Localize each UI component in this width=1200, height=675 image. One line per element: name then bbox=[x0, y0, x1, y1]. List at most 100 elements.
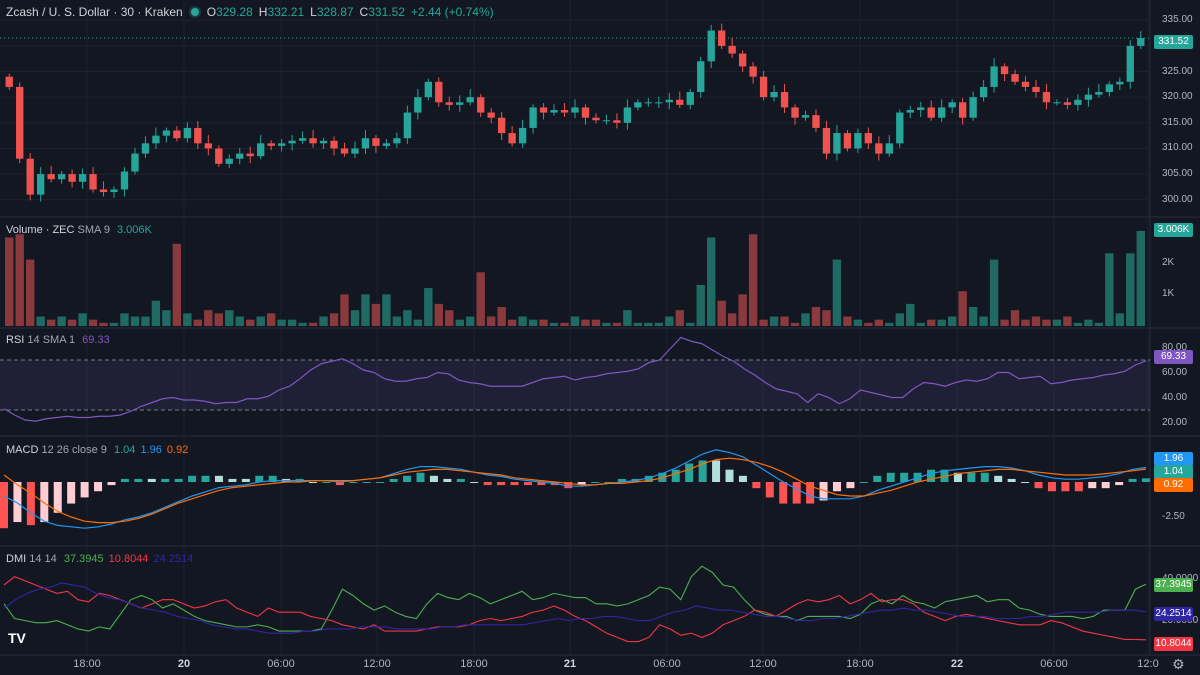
volume-bar bbox=[1136, 230, 1145, 326]
high-value: 332.21 bbox=[267, 5, 305, 19]
candle-body bbox=[57, 174, 66, 180]
macd-histogram-bar bbox=[201, 475, 210, 482]
candle-body bbox=[131, 153, 139, 172]
chart-canvas[interactable] bbox=[0, 0, 1200, 675]
volume-bar bbox=[665, 316, 674, 326]
macd-histogram-bar bbox=[523, 482, 532, 486]
candle-body bbox=[581, 107, 590, 118]
dmi-plus-value: 37.3945 bbox=[63, 553, 104, 565]
volume-bar bbox=[570, 316, 580, 326]
candle-body bbox=[330, 140, 338, 149]
symbol-title[interactable]: Zcash / U. S. Dollar · 30 · Kraken bbox=[6, 5, 183, 19]
macd-histogram-bar bbox=[725, 469, 734, 482]
volume-bar bbox=[67, 319, 77, 326]
market-status-icon bbox=[188, 6, 201, 18]
candle-body bbox=[1074, 99, 1082, 105]
tradingview-logo-icon[interactable]: TV bbox=[8, 630, 26, 646]
volume-bar bbox=[99, 322, 108, 326]
volume-bar bbox=[46, 319, 56, 326]
macd-line-tag: 1.96 bbox=[1154, 452, 1193, 466]
macd-histogram-bar bbox=[134, 478, 143, 482]
macd-legend[interactable]: MACD 12 26 close 9 1.04 1.96 0.92 bbox=[6, 444, 188, 456]
macd-histogram-bar bbox=[67, 482, 76, 504]
time-tick-label: 22 bbox=[950, 658, 964, 670]
volume-bar bbox=[759, 319, 768, 326]
macd-histogram-bar bbox=[685, 463, 694, 482]
candle-body bbox=[676, 99, 684, 105]
rsi-tick-label: 40.00 bbox=[1162, 391, 1188, 403]
volume-bar bbox=[916, 322, 925, 326]
macd-histogram-bar bbox=[1101, 482, 1110, 489]
candle-body bbox=[770, 92, 778, 98]
volume-bar bbox=[340, 294, 349, 326]
macd-histogram-bar bbox=[846, 482, 855, 489]
volume-legend[interactable]: Volume · ZEC SMA 9 3.006K bbox=[6, 224, 152, 236]
volume-bar bbox=[1042, 319, 1051, 326]
macd-hist-tag: 1.04 bbox=[1154, 465, 1193, 479]
candle-body bbox=[780, 92, 789, 108]
volume-bar bbox=[88, 319, 98, 326]
volume-bar bbox=[1052, 319, 1062, 326]
macd-histogram-bar bbox=[443, 478, 452, 482]
candle-body bbox=[1084, 94, 1093, 100]
macd-histogram-bar bbox=[738, 475, 747, 482]
macd-histogram-bar bbox=[147, 478, 156, 482]
candle-body bbox=[37, 174, 45, 195]
candle-body bbox=[424, 81, 432, 98]
candle-body bbox=[665, 99, 673, 103]
dmi-adx-tag: 24.2514 bbox=[1154, 607, 1193, 621]
dmi-minus-line bbox=[3, 576, 1147, 643]
volume-bar bbox=[361, 294, 370, 326]
macd-histogram-bar bbox=[389, 478, 398, 482]
volume-pane bbox=[5, 230, 1145, 326]
price-pane bbox=[0, 23, 1150, 202]
volume-bar bbox=[989, 259, 999, 326]
macd-tick-label: -2.50 bbox=[1162, 511, 1185, 522]
volume-bar bbox=[466, 316, 475, 326]
volume-bar bbox=[644, 322, 653, 326]
candle-body bbox=[309, 138, 317, 144]
time-tick-label: 12:0 bbox=[1137, 658, 1159, 670]
candle-body bbox=[68, 174, 76, 182]
dmi-legend[interactable]: DMI 14 14 37.3945 10.8044 24.2514 bbox=[6, 553, 193, 565]
candle-body bbox=[843, 133, 852, 149]
volume-bar bbox=[1126, 253, 1135, 326]
candle-body bbox=[225, 158, 233, 164]
macd-hist-value: 1.04 bbox=[113, 444, 136, 456]
candle-body bbox=[833, 133, 841, 154]
candle-body bbox=[728, 45, 736, 54]
rsi-legend[interactable]: RSI 14 SMA 1 69.33 bbox=[6, 334, 110, 346]
macd-params: 12 26 close 9 bbox=[41, 444, 107, 456]
time-tick-label: 21 bbox=[563, 658, 577, 670]
candle-body bbox=[99, 189, 108, 193]
volume-bar bbox=[801, 313, 810, 326]
candle-body bbox=[277, 143, 286, 146]
gear-icon[interactable]: ⚙ bbox=[1172, 656, 1185, 673]
macd-histogram-bar bbox=[309, 482, 318, 483]
macd-histogram-bar bbox=[994, 475, 1003, 482]
price-tick-label: 310.00 bbox=[1162, 142, 1193, 154]
open-label: O bbox=[206, 5, 217, 19]
volume-bar bbox=[266, 313, 276, 326]
volume-bar bbox=[518, 316, 527, 326]
macd-signal-value: 0.92 bbox=[166, 444, 189, 456]
candle-body bbox=[236, 153, 244, 159]
candle-body bbox=[110, 189, 118, 193]
price-tick-label: 300.00 bbox=[1162, 193, 1193, 205]
volume-bar bbox=[1000, 319, 1009, 326]
volume-bar bbox=[15, 234, 24, 326]
candle-body bbox=[288, 140, 296, 144]
candle-body bbox=[686, 92, 694, 105]
macd-histogram-bar bbox=[1021, 482, 1030, 483]
volume-bar bbox=[906, 303, 915, 326]
volume-bar bbox=[696, 284, 705, 326]
volume-bar bbox=[225, 310, 234, 326]
candle-body bbox=[445, 102, 453, 105]
macd-histogram-bar bbox=[980, 472, 989, 482]
candle-body bbox=[759, 76, 768, 98]
volume-bar bbox=[26, 259, 35, 326]
volume-bar bbox=[539, 319, 548, 326]
macd-histogram-bar bbox=[107, 482, 116, 486]
candle-body bbox=[550, 110, 558, 113]
candle-body bbox=[26, 158, 34, 195]
